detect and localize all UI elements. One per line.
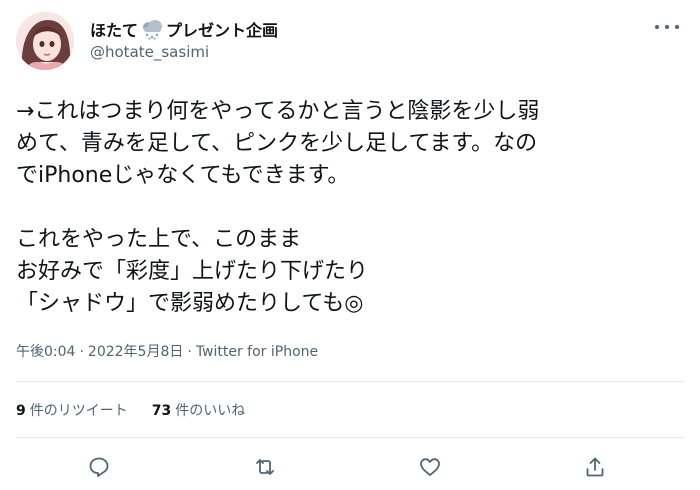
tweet-line: めて、青みを足して、ピンクを少し足してます。なの — [16, 131, 538, 156]
share-icon[interactable] — [580, 452, 610, 482]
tweet-card: ほたて プレゼント企画 @hotate_sasimi →これはつまり何をやってる… — [0, 0, 700, 490]
meta-separator: · — [79, 344, 84, 360]
engagement-stats: 9 件のリツイート 73 件のいいね — [16, 400, 269, 420]
retweets-label: 件のリツイート — [29, 403, 128, 419]
tweet-source[interactable]: Twitter for iPhone — [196, 344, 318, 360]
divider — [16, 437, 684, 438]
tweet-line: お好みで「彩度」上げたり下げたり — [16, 259, 369, 284]
more-options-icon[interactable] — [655, 20, 679, 34]
retweets-count: 9 — [16, 403, 26, 419]
avatar[interactable] — [16, 12, 74, 70]
meta-separator: · — [187, 344, 192, 360]
tweet-line: 「シャドウ」で影弱めたりしても◎ — [16, 291, 364, 316]
display-name-suffix[interactable]: プレゼント企画 — [166, 17, 278, 41]
likes-count: 73 — [151, 403, 172, 419]
likes-label: 件のいいね — [175, 403, 246, 419]
heart-icon[interactable] — [415, 452, 445, 482]
tweet-time[interactable]: 午後0:04 — [16, 344, 75, 360]
dot — [665, 25, 669, 29]
divider — [16, 381, 684, 382]
display-name-row[interactable]: ほたて プレゼント企画 — [90, 16, 278, 42]
display-name[interactable]: ほたて — [90, 17, 138, 41]
tweet-actions — [0, 452, 700, 482]
snow-cloud-icon — [139, 18, 165, 40]
tweet-line: これをやった上で、このまま — [16, 227, 302, 252]
retweets-stat[interactable]: 9 件のリツイート — [16, 400, 128, 420]
tweet-line: →これはつまり何をやってるかと言うと陰影を少し弱 — [16, 99, 540, 124]
retweet-icon[interactable] — [250, 452, 280, 482]
reply-icon[interactable] — [84, 452, 114, 482]
tweet-line: でiPhoneじゃなくてもできます。 — [16, 163, 350, 188]
tweet-metadata: 午後0:04 · 2022年5月8日 · Twitter for iPhone — [16, 341, 318, 361]
likes-stat[interactable]: 73 件のいいね — [152, 400, 245, 420]
avatar-illustration — [16, 12, 74, 70]
dot — [655, 25, 659, 29]
tweet-date[interactable]: 2022年5月8日 — [88, 344, 183, 360]
dot — [675, 25, 679, 29]
tweet-text: →これはつまり何をやってるかと言うと陰影を少し弱 めて、青みを足して、ピンクを少… — [16, 96, 686, 320]
tweet-line — [16, 192, 686, 224]
user-handle[interactable]: @hotate_sasimi — [90, 43, 209, 61]
